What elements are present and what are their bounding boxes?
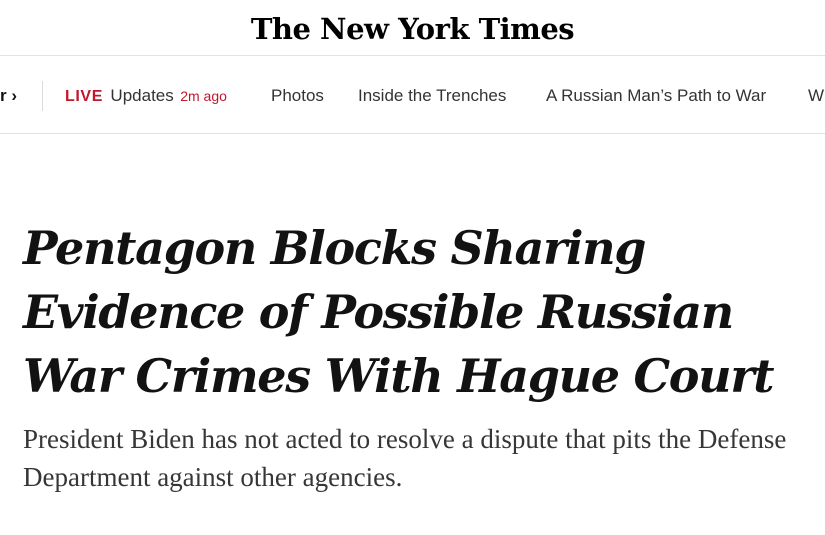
article-headline: Pentagon Blocks Sharing Evidence of Poss… [23,221,775,403]
masthead: The New York Times [0,0,825,56]
subnav-item-russian-mans-path[interactable]: A Russian Man’s Path to War [546,85,766,107]
live-updates-text: Updates [110,86,174,105]
subnav-divider [42,81,43,111]
live-label: LIVE [65,88,103,105]
subnav-item-photos[interactable]: Photos [271,85,324,107]
subnav-item-inside-the-trenches[interactable]: Inside the Trenches [358,85,506,107]
nyt-logo[interactable]: The New York Times [251,10,575,46]
subnav-item-truncated[interactable]: W [808,85,824,107]
live-timestamp: 2m ago [180,88,227,104]
story-subnav: r › LIVE Updates 2m ago Photos Inside th… [0,56,825,134]
live-updates-link[interactable]: LIVE Updates 2m ago [65,85,227,108]
article-summary: President Biden has not acted to resolve… [23,424,787,492]
subnav-prev-item[interactable]: r › [0,85,17,107]
